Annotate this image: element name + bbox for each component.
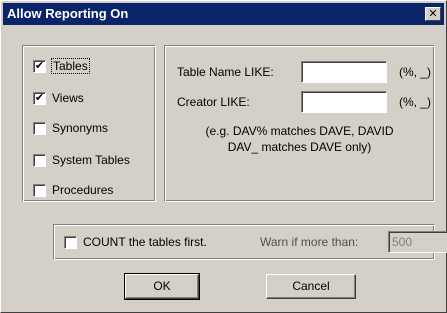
checkbox-system-tables-label[interactable]: System Tables <box>52 153 130 167</box>
ok-button[interactable]: OK <box>124 273 200 300</box>
table-name-label: Table Name LIKE: <box>177 65 274 79</box>
table-name-wildcard-hint: (%, _) <box>399 65 432 79</box>
object-types-group: ✔ Tables ✔ Views Synonyms System Tables … <box>22 45 156 202</box>
cancel-button[interactable]: Cancel <box>266 274 356 299</box>
creator-input[interactable] <box>301 91 387 113</box>
creator-wildcard-hint: (%, _) <box>399 95 432 109</box>
checkbox-count-label[interactable]: COUNT the tables first. <box>83 235 207 249</box>
checkbox-views-box[interactable]: ✔ <box>33 92 46 105</box>
window-title: Allow Reporting On <box>7 6 129 21</box>
checkbox-views-label[interactable]: Views <box>52 91 84 105</box>
checkbox-count-box[interactable] <box>64 236 77 249</box>
checkbox-tables-label[interactable]: Tables <box>51 58 90 74</box>
warn-threshold-input[interactable] <box>388 231 447 253</box>
title-bar[interactable]: Allow Reporting On ✕ <box>3 3 444 25</box>
checkbox-procedures-label[interactable]: Procedures <box>52 183 113 197</box>
warn-label: Warn if more than: <box>260 235 359 249</box>
close-icon: ✕ <box>428 8 438 20</box>
checkbox-system-tables-box[interactable] <box>33 154 46 167</box>
close-button[interactable]: ✕ <box>425 7 441 21</box>
table-name-input[interactable] <box>301 61 387 83</box>
checkbox-procedures-box[interactable] <box>33 184 46 197</box>
checkbox-synonyms-box[interactable] <box>33 122 46 135</box>
checkbox-synonyms-label[interactable]: Synonyms <box>52 121 108 135</box>
filters-group: Table Name LIKE: (%, _) Creator LIKE: (%… <box>164 45 435 202</box>
dialog-window: Allow Reporting On ✕ ✔ Tables ✔ Views Sy… <box>0 0 447 313</box>
creator-label: Creator LIKE: <box>177 95 250 109</box>
wildcard-example-line1: (e.g. DAV% matches DAVE, DAVID <box>205 124 394 138</box>
count-group: COUNT the tables first. Warn if more tha… <box>53 224 447 260</box>
checkbox-tables-box[interactable]: ✔ <box>33 60 46 73</box>
wildcard-example-line2: DAV_ matches DAVE only) <box>227 140 372 154</box>
